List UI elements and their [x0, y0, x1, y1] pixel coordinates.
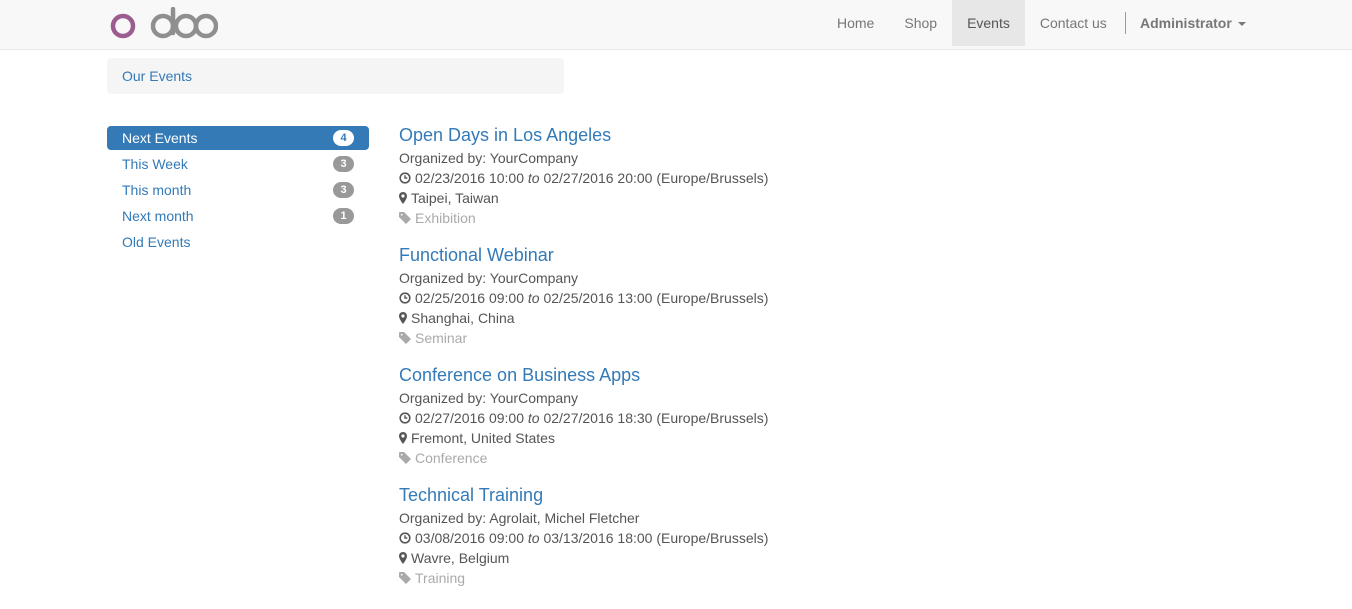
event-tag: Exhibition	[399, 208, 1099, 228]
event-tag-text[interactable]: Conference	[415, 450, 487, 466]
event-location-text: Wavre, Belgium	[411, 550, 510, 566]
event-dates: 03/08/2016 09:00 to 03/13/2016 18:00 (Eu…	[399, 528, 1099, 548]
event-location: Taipei, Taiwan	[399, 188, 1099, 208]
tag-icon	[399, 572, 411, 584]
breadcrumb: Our Events	[107, 58, 564, 94]
nav-events[interactable]: Events	[952, 0, 1025, 46]
event-end: 02/27/2016 18:30 (Europe/Brussels)	[543, 410, 769, 426]
event-title-link[interactable]: Conference on Business Apps	[399, 362, 1099, 388]
map-marker-icon	[399, 192, 407, 204]
event-location: Fremont, United States	[399, 428, 1099, 448]
nav-contact-us[interactable]: Contact us	[1025, 0, 1122, 46]
tag-icon	[399, 452, 411, 464]
sidebar-item-old-events[interactable]: Old Events	[107, 230, 369, 254]
sidebar-item-label: This month	[122, 182, 192, 198]
event-end: 02/25/2016 13:00 (Europe/Brussels)	[543, 290, 769, 306]
breadcrumb-our-events[interactable]: Our Events	[122, 68, 192, 84]
event-tag-text[interactable]: Training	[415, 570, 465, 586]
event-item: Open Days in Los Angeles Organized by: Y…	[399, 122, 1099, 242]
event-tag: Seminar	[399, 328, 1099, 348]
clock-icon	[399, 532, 411, 544]
top-navbar: Home Shop Events Contact us Administrato…	[0, 0, 1352, 50]
clock-icon	[399, 292, 411, 304]
event-dates: 02/27/2016 09:00 to 02/27/2016 18:30 (Eu…	[399, 408, 1099, 428]
event-start: 02/27/2016 09:00	[415, 410, 524, 426]
event-organizer: Organized by: YourCompany	[399, 150, 578, 166]
sidebar-item-label: Old Events	[122, 234, 191, 250]
map-marker-icon	[399, 552, 407, 564]
event-organizer: Organized by: YourCompany	[399, 390, 578, 406]
tag-icon	[399, 212, 411, 224]
event-to: to	[527, 290, 540, 306]
event-location-text: Taipei, Taiwan	[411, 190, 499, 206]
event-tag-text[interactable]: Seminar	[415, 330, 467, 346]
event-location: Wavre, Belgium	[399, 548, 1099, 568]
event-title-link[interactable]: Functional Webinar	[399, 242, 1099, 268]
main-nav: Home Shop Events Contact us	[822, 0, 1122, 46]
count-badge: 1	[333, 208, 354, 224]
event-end: 02/27/2016 20:00 (Europe/Brussels)	[543, 170, 769, 186]
event-tag-text[interactable]: Exhibition	[415, 210, 476, 226]
clock-icon	[399, 172, 411, 184]
event-dates: 02/25/2016 09:00 to 02/25/2016 13:00 (Eu…	[399, 288, 1099, 308]
event-start: 02/23/2016 10:00	[415, 170, 524, 186]
user-menu[interactable]: Administrator	[1140, 0, 1246, 46]
event-to: to	[527, 530, 540, 546]
event-end: 03/13/2016 18:00 (Europe/Brussels)	[543, 530, 769, 546]
odoo-logo[interactable]	[110, 7, 218, 39]
event-item: Conference on Business Apps Organized by…	[399, 362, 1099, 482]
event-title-link[interactable]: Open Days in Los Angeles	[399, 122, 1099, 148]
event-title-link[interactable]: Technical Training	[399, 482, 1099, 508]
event-start: 03/08/2016 09:00	[415, 530, 524, 546]
event-item: Functional Webinar Organized by: YourCom…	[399, 242, 1099, 362]
events-list: Open Days in Los Angeles Organized by: Y…	[399, 122, 1099, 602]
sidebar-item-next-events[interactable]: Next Events 4	[107, 126, 369, 150]
event-dates: 02/23/2016 10:00 to 02/27/2016 20:00 (Eu…	[399, 168, 1099, 188]
nav-home[interactable]: Home	[822, 0, 889, 46]
map-marker-icon	[399, 432, 407, 444]
event-tag: Training	[399, 568, 1099, 588]
count-badge: 4	[333, 130, 354, 146]
sidebar-item-label: This Week	[122, 156, 188, 172]
event-item: Technical Training Organized by: Agrolai…	[399, 482, 1099, 602]
event-location-text: Fremont, United States	[411, 430, 555, 446]
user-name: Administrator	[1140, 15, 1232, 31]
sidebar-item-label: Next month	[122, 208, 194, 224]
event-filter-sidebar: Next Events 4 This Week 3 This month 3 N…	[107, 126, 369, 256]
event-organizer: Organized by: YourCompany	[399, 270, 578, 286]
count-badge: 3	[333, 182, 354, 198]
event-tag: Conference	[399, 448, 1099, 468]
event-start: 02/25/2016 09:00	[415, 290, 524, 306]
event-organizer: Organized by: Agrolait, Michel Fletcher	[399, 510, 640, 526]
tag-icon	[399, 332, 411, 344]
sidebar-item-label: Next Events	[122, 130, 198, 146]
event-to: to	[527, 170, 540, 186]
event-to: to	[527, 410, 540, 426]
map-marker-icon	[399, 312, 407, 324]
clock-icon	[399, 412, 411, 424]
count-badge: 3	[333, 156, 354, 172]
sidebar-item-this-week[interactable]: This Week 3	[107, 152, 369, 176]
nav-shop[interactable]: Shop	[889, 0, 952, 46]
caret-down-icon	[1237, 22, 1246, 27]
event-location-text: Shanghai, China	[411, 310, 515, 326]
event-location: Shanghai, China	[399, 308, 1099, 328]
sidebar-item-this-month[interactable]: This month 3	[107, 178, 369, 202]
sidebar-item-next-month[interactable]: Next month 1	[107, 204, 369, 228]
nav-divider	[1125, 12, 1126, 34]
